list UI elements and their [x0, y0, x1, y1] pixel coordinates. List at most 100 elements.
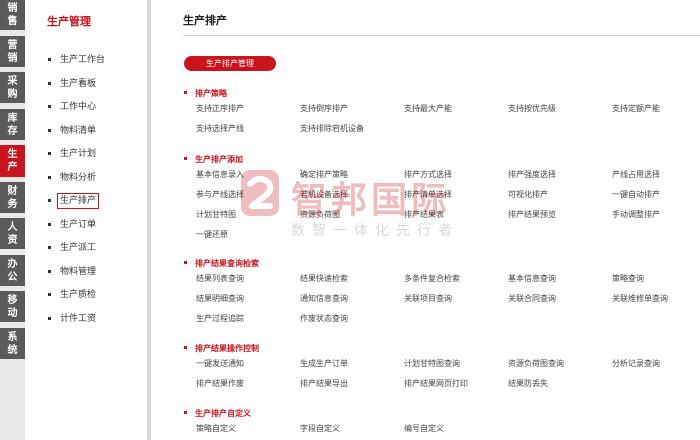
feature-link[interactable]: 结果列表查询 [196, 274, 244, 284]
sidebar-item-label: 生产质检 [60, 290, 97, 300]
nav-tab-2[interactable]: 采购 [0, 72, 25, 103]
bullet-icon [184, 346, 187, 349]
feature-link[interactable]: 关联项目查询 [404, 294, 452, 304]
feature-link[interactable]: 支持最大产能 [404, 104, 452, 114]
sidebar-list: 生产工作台 生产看板工作中心物料清单生产计划物料分析生产排产生产订单生产派工物料管… [25, 53, 147, 335]
feature-link[interactable]: 结果明细查询 [196, 294, 244, 304]
bullet-icon [184, 157, 187, 160]
feature-link[interactable]: 排产结果表 [404, 210, 444, 220]
sidebar-item-label: 生产派工 [60, 243, 97, 253]
feature-link[interactable]: 排产清单选择 [404, 190, 452, 200]
feature-link[interactable]: 支持倒序排产 [300, 104, 348, 114]
sidebar-item-label: 生产订单 [60, 219, 97, 230]
sidebar-item[interactable]: 物料管理 [25, 265, 147, 289]
nav-tab-1[interactable]: 营销 [0, 36, 25, 67]
sidebar-item-label: 物料清单 [60, 125, 97, 136]
feature-link[interactable]: 一键自动排产 [612, 190, 660, 200]
section-title: 生产排产自定义 [195, 409, 251, 418]
sidebar-title: 生产管理 [47, 15, 91, 28]
sidebar-item-label: 工作中心 [60, 102, 97, 112]
feature-link[interactable]: 排产结果预览 [508, 210, 556, 220]
sidebar-item-label: 生产看板 [60, 78, 97, 89]
feature-link[interactable]: 生成生产订单 [300, 359, 348, 369]
sidebar-item[interactable]: 生产质检 [25, 288, 147, 312]
sidebar-item[interactable]: 生产工作台 [25, 53, 147, 77]
section-heading: 排产结果查询检索 [184, 258, 259, 269]
feature-link[interactable]: 计划甘特图查询 [404, 359, 460, 369]
sidebar-item[interactable]: 生产派工 [25, 241, 147, 265]
section-heading: 排产策略 [184, 88, 227, 99]
feature-link[interactable]: 关联维修单查询 [612, 294, 668, 304]
sidebar-item-label: 生产计划 [60, 149, 97, 159]
feature-link[interactable]: 策略自定义 [196, 424, 236, 434]
nav-tab-8[interactable]: 移动 [0, 291, 25, 322]
feature-link[interactable]: 资源负荷图 [300, 210, 340, 220]
feature-link[interactable]: 支持选择产线 [196, 124, 244, 134]
nav-tab-4[interactable]: 生产 [0, 145, 31, 177]
page-title: 生产排产 [183, 14, 227, 27]
feature-link[interactable]: 分析记录查询 [612, 359, 660, 369]
feature-link[interactable]: 通知信息查询 [300, 294, 348, 304]
module-nav: 销售营销采购库存生产财务人资办公移动系统 [0, 0, 31, 440]
feature-link[interactable]: 编号自定义 [404, 424, 444, 434]
feature-link[interactable]: 产线占用选择 [612, 170, 660, 180]
feature-link[interactable]: 结果快速检索 [300, 274, 348, 284]
bullet-icon [184, 411, 187, 414]
sidebar-item[interactable]: 生产看板 [25, 77, 147, 101]
feature-link[interactable]: 作废状态查询 [300, 314, 348, 324]
sidebar-item[interactable]: 生产订单 [25, 218, 147, 242]
feature-link[interactable]: 一键还原 [196, 230, 228, 240]
feature-link[interactable]: 基本信息查询 [508, 274, 556, 284]
feature-link[interactable]: 排产方式选择 [404, 170, 452, 180]
sidebar-item[interactable]: 生产排产 [25, 193, 147, 218]
feature-link[interactable]: 支持正序排产 [196, 104, 244, 114]
section-heading: 生产排产添加 [184, 154, 243, 165]
sidebar-item[interactable]: 工作中心 [25, 100, 147, 124]
feature-link[interactable]: 生产过程追踪 [196, 314, 244, 324]
section-heading: 生产排产自定义 [184, 408, 251, 419]
nav-tab-0[interactable]: 销售 [0, 0, 25, 30]
section-title: 生产排产添加 [195, 155, 243, 164]
feature-link[interactable]: 可视化排产 [508, 190, 548, 200]
feature-link[interactable]: 关联合同查询 [508, 294, 556, 304]
tab-production-scheduling-management[interactable]: 生产排产管理 [184, 56, 276, 71]
feature-link[interactable]: 确定排产策略 [300, 170, 348, 180]
feature-link[interactable]: 支持定额产能 [612, 104, 660, 114]
nav-tab-7[interactable]: 办公 [0, 255, 25, 286]
sidebar-item-label: 物料分析 [60, 172, 97, 183]
feature-link[interactable]: 手动调整排产 [612, 210, 660, 220]
feature-link[interactable]: 支持排除宕机设备 [300, 124, 364, 134]
feature-link[interactable]: 基本信息录入 [196, 170, 244, 180]
sidebar-item[interactable]: 计件工资 [25, 312, 147, 336]
sidebar-item-label: 生产排产 [56, 193, 100, 209]
sidebar-item[interactable]: 物料清单 [25, 124, 147, 148]
nav-tab-9[interactable]: 系统 [0, 328, 25, 359]
section-heading: 排产结果操作控制 [184, 343, 259, 354]
sidebar-item-label: 物料管理 [60, 266, 97, 277]
feature-link[interactable]: 排产结果网页打印 [404, 379, 468, 389]
feature-link[interactable]: 策略查询 [612, 274, 644, 284]
feature-link[interactable]: 支持按优先级 [508, 104, 556, 114]
feature-link[interactable]: 排产结果作废 [196, 379, 244, 389]
nav-tab-5[interactable]: 财务 [0, 182, 25, 213]
feature-link[interactable]: 计划甘特图 [196, 210, 236, 220]
sidebar-item-label: 计件工资 [60, 313, 97, 324]
sidebar: 生产管理 生产工作台 生产看板 工作中心 物料清单 生产计划 物料分析 生产排产 生产订单 生产… [25, 0, 147, 440]
feature-link[interactable]: 结果防丢失 [508, 379, 548, 389]
feature-link[interactable]: 排产结果导出 [300, 379, 348, 389]
nav-tab-6[interactable]: 人资 [0, 218, 25, 249]
feature-link[interactable]: 参与产线选择 [196, 190, 244, 200]
feature-link[interactable]: 字段自定义 [300, 424, 340, 434]
section-title: 排产策略 [195, 89, 227, 98]
nav-tab-3[interactable]: 库存 [0, 109, 25, 140]
feature-link[interactable]: 排产强度选择 [508, 170, 556, 180]
sidebar-item[interactable]: 生产计划 [25, 147, 147, 171]
feature-link[interactable]: 一键发送通知 [196, 359, 244, 369]
title-divider [183, 35, 700, 36]
feature-link[interactable]: 多条件复合检索 [404, 274, 460, 284]
section-title: 排产结果查询检索 [195, 259, 259, 268]
sidebar-item[interactable]: 物料分析 [25, 171, 147, 195]
feature-link[interactable]: 资源负荷图查询 [508, 359, 564, 369]
feature-link[interactable]: 若机设备选择 [300, 190, 348, 200]
main-content: 生产排产 生产排产管理 排产策略支持正序排产 支持倒序排产 支持最大产能 支持按优先级… [151, 0, 700, 440]
